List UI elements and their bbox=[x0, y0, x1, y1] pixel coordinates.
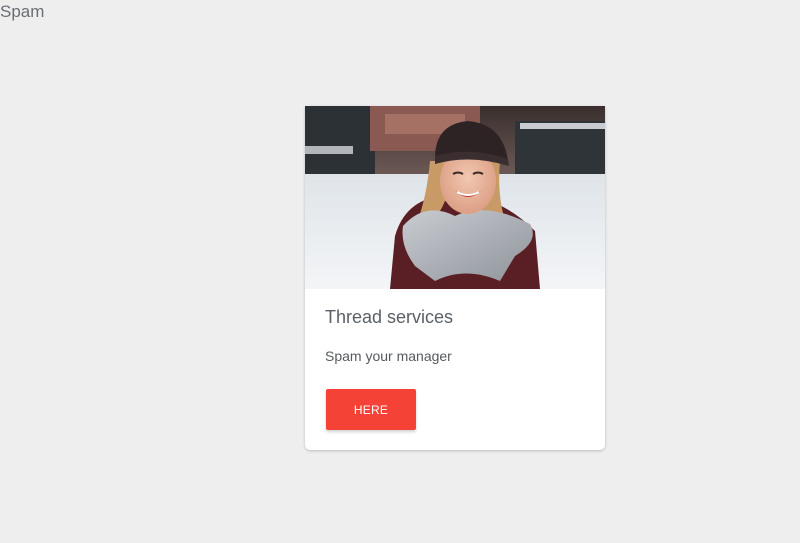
service-card: Thread services Spam your manager HERE bbox=[305, 106, 605, 450]
page-heading: Spam bbox=[0, 2, 45, 21]
here-button[interactable]: HERE bbox=[326, 389, 416, 430]
card-title: Thread services bbox=[325, 307, 454, 327]
card-image bbox=[305, 106, 605, 289]
card-description: Spam your manager bbox=[325, 348, 452, 364]
